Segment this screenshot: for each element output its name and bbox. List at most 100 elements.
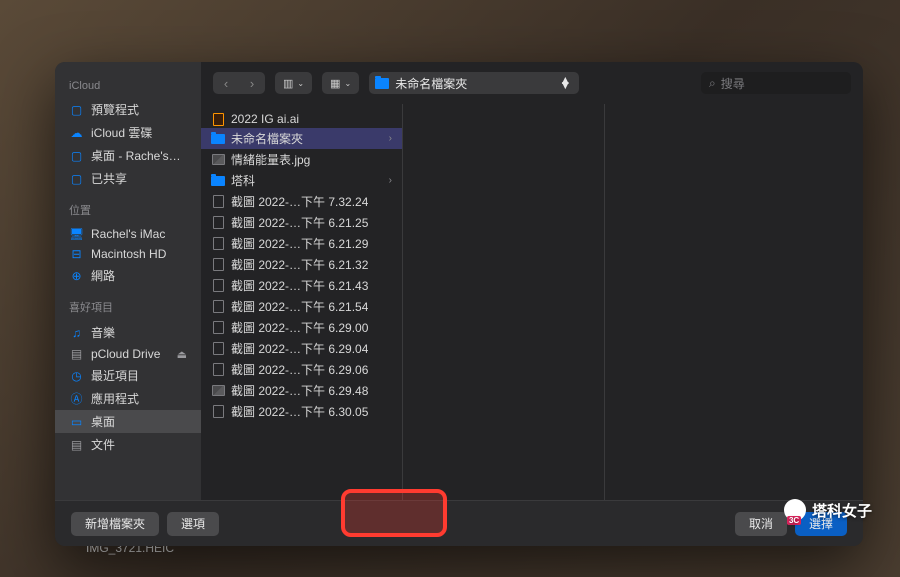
folder-icon (375, 78, 389, 89)
sidebar-item-label: pCloud Drive (91, 347, 160, 361)
folder-icon (211, 175, 225, 187)
music-icon: ♫ (69, 326, 84, 339)
chevron-right-icon: › (389, 133, 392, 144)
sidebar-item[interactable]: ◷最近項目 (55, 364, 201, 387)
sidebar-item-label: 最近項目 (91, 367, 139, 384)
chevron-right-icon: › (389, 175, 392, 186)
file-row[interactable]: 未命名檔案夾› (201, 128, 402, 149)
sidebar-item[interactable]: ▤pCloud Drive⏏ (55, 344, 201, 364)
file-row[interactable]: 截圖 2022-…下午 6.21.54 (201, 296, 402, 317)
sidebar-section-header: 喜好項目 (55, 295, 201, 321)
sidebar-item[interactable]: ⊟Macintosh HD (55, 244, 201, 264)
watermark: 塔科女子 (784, 499, 872, 521)
desktop-icon: ▭ (69, 415, 84, 428)
sidebar-item-label: 桌面 (91, 413, 115, 430)
file-row[interactable]: 截圖 2022-…下午 6.21.32 (201, 254, 402, 275)
display-icon: 🖥 (69, 228, 84, 241)
column-1[interactable]: 2022 IG ai.ai未命名檔案夾›情緒能量表.jpg塔科› 截圖 2022-… (201, 104, 403, 500)
sidebar-item-label: iCloud 雲碟 (91, 124, 152, 141)
doc-icon (211, 406, 225, 418)
file-row[interactable]: 截圖 2022-…下午 6.29.48 (201, 380, 402, 401)
columns-icon: ▥ (283, 77, 293, 90)
sidebar-item[interactable]: ☁iCloud 雲碟 (55, 121, 201, 144)
file-row[interactable]: 2022 IG ai.ai (201, 110, 402, 128)
search-icon: ⌕ (709, 76, 716, 91)
doc-icon (211, 259, 225, 271)
view-columns-button[interactable]: ▥ ⌄ (275, 72, 312, 94)
doc-icon (211, 217, 225, 229)
eject-icon[interactable]: ⏏ (177, 348, 187, 361)
forward-button[interactable]: › (239, 72, 265, 94)
folder-icon: ▢ (69, 149, 84, 162)
watermark-logo-icon (784, 499, 806, 521)
doc-icon (211, 301, 225, 313)
path-label: 未命名檔案夾 (395, 75, 467, 92)
sidebar-item[interactable]: ▤ 文件 (55, 433, 201, 456)
file-row[interactable]: 截圖 2022-…下午 6.30.05 (201, 401, 402, 422)
sidebar-item[interactable]: ♫ 音樂 (55, 321, 201, 344)
file-row[interactable]: 塔科› (201, 170, 402, 191)
file-row[interactable]: 截圖 2022-…下午 6.29.04 (201, 338, 402, 359)
view-grid-button[interactable]: ▦ ⌄ (322, 72, 359, 94)
doc-icon (211, 196, 225, 208)
doc-icon (211, 364, 225, 376)
updown-icon: ▲▼ (559, 78, 571, 88)
globe-icon: ⊕ (69, 269, 84, 282)
file-name: 截圖 2022-…下午 6.21.54 (231, 298, 368, 315)
file-row[interactable]: 截圖 2022-…下午 6.21.29 (201, 233, 402, 254)
sidebar-item[interactable]: ▢預覽程式 (55, 98, 201, 121)
doc-icon (211, 322, 225, 334)
doc-icon: ▤ (69, 438, 84, 451)
open-dialog: iCloud▢預覽程式☁iCloud 雲碟▢桌面 - Rache's…▢已共享位… (55, 62, 863, 546)
column-2[interactable] (403, 104, 605, 500)
sidebar-item[interactable]: Ⓐ 應用程式 (55, 387, 201, 410)
sidebar-item-label: 應用程式 (91, 390, 139, 407)
file-name: 截圖 2022-…下午 6.30.05 (231, 403, 368, 420)
file-row[interactable]: 截圖 2022-…下午 6.29.06 (201, 359, 402, 380)
folder-icon (211, 133, 225, 145)
sidebar-section-header: iCloud (55, 76, 201, 98)
sidebar-item[interactable]: ▢ 已共享 (55, 167, 201, 190)
back-button[interactable]: ‹ (213, 72, 239, 94)
chevron-down-icon: ⌄ (345, 79, 352, 88)
apps-icon: Ⓐ (69, 392, 84, 405)
sidebar-item-label: Macintosh HD (91, 247, 166, 261)
folder-icon: ▢ (69, 172, 84, 185)
sidebar-item-label: 音樂 (91, 324, 115, 341)
file-row[interactable]: 截圖 2022-…下午 6.21.25 (201, 212, 402, 233)
file-name: 截圖 2022-…下午 6.29.04 (231, 340, 368, 357)
nav-buttons: ‹ › (213, 72, 265, 94)
sidebar-section-header: 位置 (55, 198, 201, 224)
sidebar-item[interactable]: 🖥 Rachel's iMac (55, 224, 201, 244)
file-row[interactable]: 截圖 2022-…下午 6.29.00 (201, 317, 402, 338)
img-icon (211, 154, 225, 166)
file-name: 截圖 2022-…下午 6.29.48 (231, 382, 368, 399)
sidebar-item[interactable]: ⊕ 網路 (55, 264, 201, 287)
search-input[interactable]: ⌕ 搜尋 (701, 72, 851, 94)
search-placeholder: 搜尋 (721, 75, 745, 92)
sidebar-item-label: 文件 (91, 436, 115, 453)
watermark-text: 塔科女子 (812, 500, 872, 521)
sidebar-item[interactable]: ▢桌面 - Rache's… (55, 144, 201, 167)
file-row[interactable]: 截圖 2022-…下午 7.32.24 (201, 191, 402, 212)
column-view: 2022 IG ai.ai未命名檔案夾›情緒能量表.jpg塔科› 截圖 2022-… (201, 104, 863, 500)
toolbar: ‹ › ▥ ⌄ ▦ ⌄ 未命名檔案夾 ▲▼ ⌕ (201, 62, 863, 104)
sidebar-item-label: 網路 (91, 267, 115, 284)
path-selector[interactable]: 未命名檔案夾 ▲▼ (369, 72, 579, 94)
file-row[interactable]: 情緒能量表.jpg (201, 149, 402, 170)
sidebar-item-label: Rachel's iMac (91, 227, 165, 241)
chevron-down-icon: ⌄ (297, 79, 304, 88)
sidebar: iCloud▢預覽程式☁iCloud 雲碟▢桌面 - Rache's…▢已共享位… (55, 62, 201, 500)
options-button[interactable]: 選項 (167, 512, 219, 536)
column-3[interactable] (605, 104, 863, 500)
file-name: 截圖 2022-…下午 6.29.06 (231, 361, 368, 378)
file-name: 截圖 2022-…下午 7.32.24 (231, 193, 368, 210)
file-row[interactable]: 截圖 2022-…下午 6.21.43 (201, 275, 402, 296)
sidebar-item[interactable]: ▭ 桌面 (55, 410, 201, 433)
sidebar-item-label: 已共享 (91, 170, 127, 187)
cancel-button[interactable]: 取消 (735, 512, 787, 536)
doc-icon (211, 280, 225, 292)
sidebar-item-label: 預覽程式 (91, 101, 139, 118)
new-folder-button[interactable]: 新增檔案夾 (71, 512, 159, 536)
file-name: 截圖 2022-…下午 6.21.29 (231, 235, 368, 252)
